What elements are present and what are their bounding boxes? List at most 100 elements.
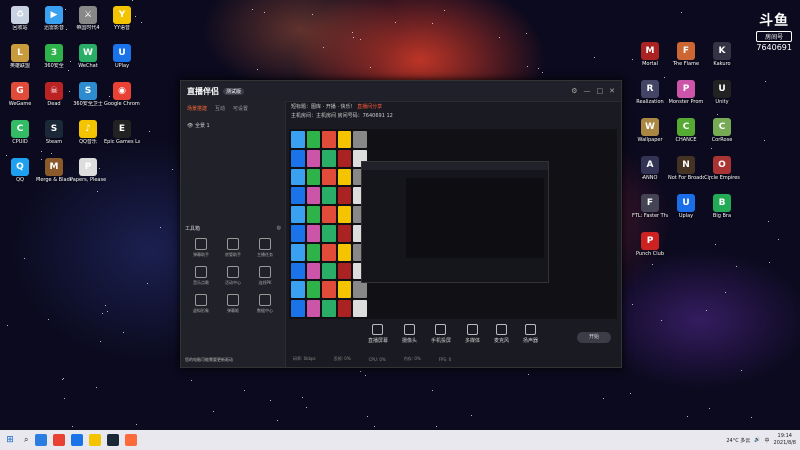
desktop-icon[interactable]: ▶ 迅雷影音 (36, 6, 72, 31)
desktop-icon[interactable]: O Circle Empires (704, 156, 740, 181)
eye-icon[interactable]: 👁 (187, 123, 195, 129)
desktop-icon[interactable]: G WeGame (2, 82, 38, 107)
minimize-icon[interactable]: — (584, 87, 591, 95)
douyu-taskbar-icon[interactable] (125, 434, 138, 446)
close-icon[interactable]: ✕ (609, 87, 615, 95)
volume-icon[interactable]: 🔊 (754, 437, 760, 443)
toolbox-item[interactable]: 房管助手 (217, 238, 249, 258)
tab-scene[interactable]: 场景搭建 (187, 105, 207, 112)
desktop-icon[interactable]: A ANNO (632, 156, 668, 181)
desktop-icon[interactable]: ☠ Dead (36, 82, 72, 107)
desktop-icon[interactable]: S 360安全卫士 (70, 82, 106, 107)
status-item: FPS: 0 (438, 356, 452, 362)
task-view-icon[interactable] (35, 434, 48, 446)
desktop-icon[interactable]: ⚔ 帝国时代4 (70, 6, 106, 31)
star (594, 56, 596, 58)
preview-icon (291, 187, 305, 205)
desktop-icon[interactable]: P Monster Prom (668, 80, 704, 105)
tab-interact[interactable]: 互动 (215, 105, 225, 112)
maximize-icon[interactable]: □ (597, 87, 604, 95)
desktop-icon[interactable]: M Merge & Blade (36, 158, 72, 183)
desktop-icon[interactable]: B Big Bra (704, 194, 740, 219)
weather-text[interactable]: 24°C 多云 (726, 437, 750, 444)
desktop-icon[interactable]: W WeChat (70, 44, 106, 69)
app-icon: U (113, 44, 131, 62)
toolbox-item[interactable]: 连线PK (249, 266, 281, 286)
desktop-icon[interactable]: ♪ QQ音乐 (70, 120, 106, 145)
desktop-icon-label: CorRose (711, 137, 733, 143)
desktop-icon[interactable]: FFTL: Faster Than Light (632, 194, 668, 219)
star (366, 415, 368, 417)
steam-taskbar-icon[interactable] (107, 434, 120, 446)
desktop-icon[interactable]: S Steam (36, 120, 72, 145)
star (499, 37, 501, 39)
desktop-icon[interactable]: K Kakuro (704, 42, 740, 67)
source-control-button[interactable]: 多媒体 (465, 324, 480, 344)
preview-icon (306, 149, 321, 167)
desktop-icon[interactable]: C CPUID (2, 120, 38, 145)
desktop-icon[interactable]: NNot For Broadcast (668, 156, 704, 181)
clock-time: 19:14 (777, 433, 792, 439)
star (140, 21, 142, 23)
toolbox-toggle-icon[interactable]: ◎ (277, 225, 281, 232)
tool-icon (195, 238, 207, 250)
toolbox: 工具箱 ◎ 弹幕助手 房管助手 主播任务 音乐点歌 活动中心 连线PK 虚拟形象 弹幕姬 数据中心 (185, 225, 281, 314)
tab-settings[interactable]: 可设置 (233, 105, 248, 112)
edge-taskbar-icon[interactable] (71, 434, 84, 446)
desktop-icon[interactable]: 3 360安全 (36, 44, 72, 69)
desktop-icon[interactable]: U UPlay (104, 44, 140, 69)
desktop-icon[interactable]: C CHANCE (668, 118, 704, 143)
desktop-icon[interactable]: M Mortal (632, 42, 668, 67)
driver-warning[interactable]: 您的电脑可能需要更新驱动 (185, 357, 233, 363)
desktop-icon[interactable]: ◉ Google Chrome (104, 82, 140, 107)
desktop-icon[interactable]: F The Flame (668, 42, 704, 67)
desktop-icon[interactable]: U Unity (704, 80, 740, 105)
search-icon[interactable]: ⌕ (24, 435, 28, 445)
source-control-button[interactable]: 手机投屏 (431, 324, 451, 344)
toolbox-item[interactable]: 弹幕助手 (185, 238, 217, 258)
windows-start-icon[interactable]: ⊞ (0, 430, 20, 450)
chrome-taskbar-icon[interactable] (53, 434, 66, 446)
desktop-icon[interactable]: ♻ 回收站 (2, 6, 38, 31)
toolbox-item[interactable]: 音乐点歌 (185, 266, 217, 286)
desktop-icon-label: 360安全卫士 (73, 101, 103, 107)
stream-title[interactable]: 短标题：图库 · 开播 · 快乐！ (291, 104, 356, 110)
toolbox-item[interactable]: 主播任务 (249, 238, 281, 258)
desktop-icon[interactable]: U Uplay (668, 194, 704, 219)
preview-desktop-icons (289, 129, 369, 319)
desktop-icon[interactable]: R Realization (632, 80, 668, 105)
star (270, 400, 272, 402)
desktop-icon[interactable]: EEpic Games Launcher (104, 120, 140, 145)
desktop-icon[interactable]: Q QQ (2, 158, 38, 183)
explorer-taskbar-icon[interactable] (89, 434, 102, 446)
source-control-button[interactable]: 直播屏幕 (368, 324, 388, 344)
ime-indicator[interactable]: 中 (765, 437, 770, 444)
clock[interactable]: 19:14 2021/8/8 (774, 433, 796, 447)
settings-icon[interactable]: ⚙ (571, 87, 577, 95)
share-tag[interactable]: 直播间分享 (357, 104, 382, 110)
source-control-button[interactable]: 麦克风 (494, 324, 509, 344)
desktop-icon[interactable]: Y YY语音 (104, 6, 140, 31)
star (365, 375, 366, 377)
desktop-icon[interactable]: W Wallpaper (632, 118, 668, 143)
star (100, 341, 102, 343)
preview-icon (291, 149, 305, 167)
source-control-button[interactable]: 摄像头 (402, 324, 417, 344)
star (251, 9, 253, 11)
stream-preview[interactable] (289, 129, 617, 319)
app-icon: M (45, 158, 63, 176)
toolbox-item[interactable]: 弹幕姬 (217, 294, 249, 314)
app-title: 直播伴侣 (187, 86, 219, 96)
desktop-icon[interactable]: C CorRose (704, 118, 740, 143)
toolbox-item[interactable]: 数据中心 (249, 294, 281, 314)
taskbar: ⊞ ⌕ 24°C 多云 🔊 中 19:14 2021/8/8 (0, 430, 800, 450)
scene-item[interactable]: 👁 全景 1 (181, 116, 285, 135)
source-control-button[interactable]: 扬声器 (523, 324, 538, 344)
desktop-icon[interactable]: P Punch Club (632, 232, 668, 257)
desktop-icon[interactable]: P Papers, Please (70, 158, 106, 183)
desktop-icon[interactable]: L 英雄联盟 (2, 44, 38, 69)
toolbox-item[interactable]: 活动中心 (217, 266, 249, 286)
desktop-icon-label: Wallpaper (637, 137, 663, 143)
toolbox-item[interactable]: 虚拟形象 (185, 294, 217, 314)
go-live-button[interactable]: 开始 (577, 332, 611, 343)
